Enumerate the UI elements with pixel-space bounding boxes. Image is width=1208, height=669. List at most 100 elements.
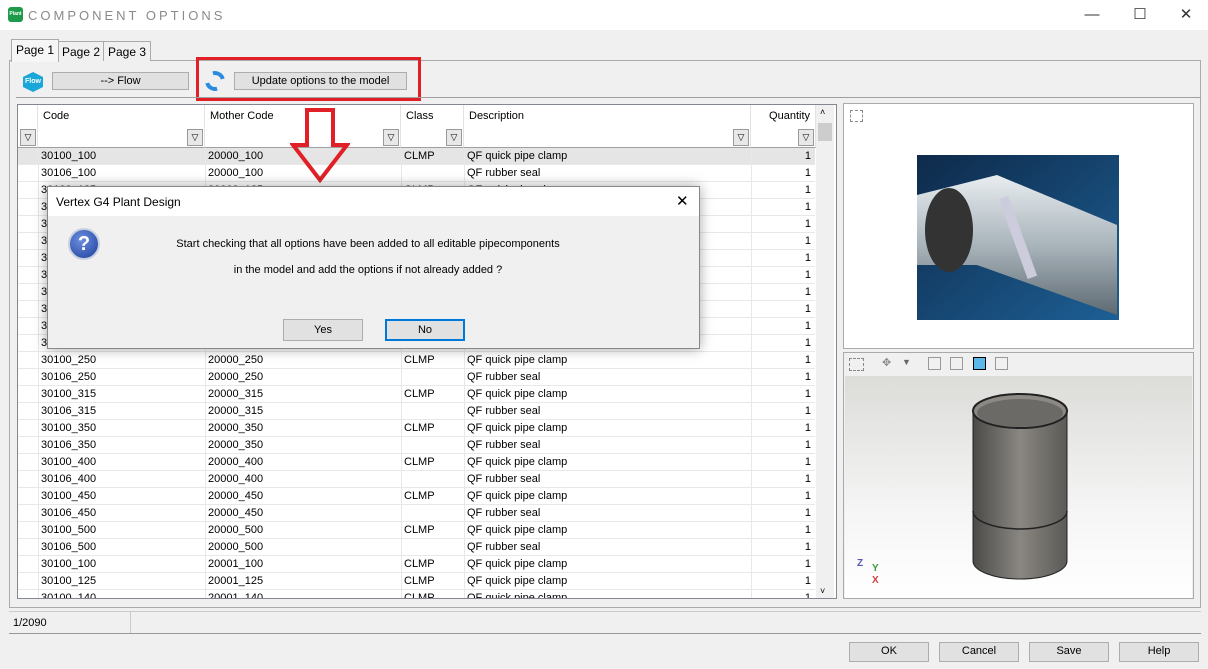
table-row[interactable]: 30106_100 20000_100 QF rubber seal 1 xyxy=(18,165,815,182)
column-divider xyxy=(751,556,752,573)
cell-mother-code: 20000_350 xyxy=(208,422,264,434)
fit-view-icon[interactable] xyxy=(849,358,864,371)
scroll-up-icon[interactable]: ˄ xyxy=(820,107,825,117)
flow-button[interactable]: --> Flow xyxy=(52,72,189,90)
vertical-scrollbar[interactable]: ˄ ˅ xyxy=(816,105,834,598)
pipe-clamp-photo xyxy=(917,155,1119,320)
column-divider xyxy=(205,488,206,505)
fit-view-icon[interactable] xyxy=(850,110,863,122)
tab-page-1[interactable]: Page 1 xyxy=(11,39,60,62)
column-divider xyxy=(38,148,39,165)
scroll-thumb[interactable] xyxy=(818,123,832,141)
filter-icon[interactable]: ▽ xyxy=(733,129,749,146)
cell-quantity: 1 xyxy=(804,575,811,587)
view-iso-icon[interactable] xyxy=(973,357,986,370)
dropdown-icon[interactable]: ▼ xyxy=(902,357,911,367)
table-row[interactable]: 30106_450 20000_450 QF rubber seal 1 xyxy=(18,505,815,522)
table-row[interactable]: 30100_500 20000_500 CLMP QF quick pipe clam… xyxy=(18,522,815,539)
cell-quantity: 1 xyxy=(804,167,811,179)
tab-page-2[interactable]: Page 2 xyxy=(57,41,106,61)
no-button[interactable]: No xyxy=(385,319,465,341)
3d-viewport[interactable]: Z Y X xyxy=(845,376,1192,598)
cell-mother-code: 20000_450 xyxy=(208,490,264,502)
title-bar: Plant COMPONENT OPTIONS — ☐ ✕ xyxy=(0,0,1208,30)
status-divider xyxy=(130,612,131,633)
column-header-class[interactable]: Class ▽ xyxy=(401,105,464,148)
maximize-button[interactable]: ☐ xyxy=(1125,4,1155,26)
column-divider xyxy=(38,556,39,573)
pipe-model xyxy=(972,393,1068,580)
filter-icon[interactable]: ▽ xyxy=(187,129,203,146)
options-grid: ▽ Code ▽ Mother Code ▽ Class ▽ Description ▽… xyxy=(17,104,837,599)
column-divider xyxy=(38,216,39,233)
cell-description: QF rubber seal xyxy=(467,541,541,553)
table-row[interactable]: 30100_100 20000_100 CLMP QF quick pipe clam… xyxy=(18,148,815,165)
column-divider xyxy=(751,590,752,598)
column-header-quantity[interactable]: Quantity ▽ xyxy=(751,105,816,148)
down-arrow-annotation xyxy=(290,108,350,184)
cell-class: CLMP xyxy=(404,575,435,587)
column-divider xyxy=(464,352,465,369)
cell-mother-code: 20000_250 xyxy=(208,371,264,383)
view-front-icon[interactable] xyxy=(928,357,941,370)
table-row[interactable]: 30100_315 20000_315 CLMP QF quick pipe clam… xyxy=(18,386,815,403)
help-button[interactable]: Help xyxy=(1119,642,1199,662)
column-divider xyxy=(401,369,402,386)
tab-page-3[interactable]: Page 3 xyxy=(103,41,152,61)
table-row[interactable]: 30100_450 20000_450 CLMP QF quick pipe clam… xyxy=(18,488,815,505)
cell-code: 30100_400 xyxy=(41,456,97,468)
filter-icon[interactable]: ▽ xyxy=(798,129,814,146)
view-side-icon[interactable] xyxy=(950,357,963,370)
minimize-button[interactable]: — xyxy=(1077,4,1107,26)
cell-code: 30106_315 xyxy=(41,405,97,417)
cell-mother-code: 20000_315 xyxy=(208,388,264,400)
column-header-code[interactable]: Code ▽ xyxy=(38,105,205,148)
filter-icon[interactable]: ▽ xyxy=(446,129,462,146)
column-divider xyxy=(464,539,465,556)
scroll-down-icon[interactable]: ˅ xyxy=(820,586,825,596)
close-button[interactable]: ✕ xyxy=(1171,4,1201,26)
cell-description: QF quick pipe clamp xyxy=(467,490,568,502)
axis-z-label: Z xyxy=(857,558,864,569)
cell-class: CLMP xyxy=(404,456,435,468)
table-row[interactable]: 30106_315 20000_315 QF rubber seal 1 xyxy=(18,403,815,420)
cell-class: CLMP xyxy=(404,592,435,599)
column-divider xyxy=(464,369,465,386)
table-row[interactable]: 30100_350 20000_350 CLMP QF quick pipe clam… xyxy=(18,420,815,437)
cell-description: QF quick pipe clamp xyxy=(467,422,568,434)
table-row[interactable]: 30100_140 20001_140 CLMP QF quick pipe clam… xyxy=(18,590,815,599)
cell-quantity: 1 xyxy=(804,388,811,400)
ok-button[interactable]: OK xyxy=(849,642,929,662)
table-row[interactable]: 30100_400 20000_400 CLMP QF quick pipe clam… xyxy=(18,454,815,471)
table-row[interactable]: 30106_350 20000_350 QF rubber seal 1 xyxy=(18,437,815,454)
cell-quantity: 1 xyxy=(804,201,811,213)
column-header-description[interactable]: Description ▽ xyxy=(464,105,751,148)
column-divider xyxy=(401,403,402,420)
column-divider xyxy=(464,556,465,573)
table-row[interactable]: 30100_250 20000_250 CLMP QF quick pipe clam… xyxy=(18,352,815,369)
save-button[interactable]: Save xyxy=(1029,642,1109,662)
yes-button[interactable]: Yes xyxy=(283,319,363,341)
table-row[interactable]: 30106_250 20000_250 QF rubber seal 1 xyxy=(18,369,815,386)
table-row[interactable]: 30100_100 20001_100 CLMP QF quick pipe clam… xyxy=(18,556,815,573)
filter-icon[interactable]: ▽ xyxy=(20,129,36,146)
cell-quantity: 1 xyxy=(804,150,811,162)
dialog-close-button[interactable]: ✕ xyxy=(676,192,689,210)
column-divider xyxy=(751,165,752,182)
cell-description: QF quick pipe clamp xyxy=(467,524,568,536)
cell-mother-code: 20000_400 xyxy=(208,456,264,468)
cell-quantity: 1 xyxy=(804,507,811,519)
pan-icon[interactable]: ✥ xyxy=(882,356,891,369)
column-divider xyxy=(205,505,206,522)
cancel-button[interactable]: Cancel xyxy=(939,642,1019,662)
table-row[interactable]: 30106_400 20000_400 QF rubber seal 1 xyxy=(18,471,815,488)
cell-description: QF quick pipe clamp xyxy=(467,150,568,162)
view-top-icon[interactable] xyxy=(995,357,1008,370)
table-row[interactable]: 30106_500 20000_500 QF rubber seal 1 xyxy=(18,539,815,556)
filter-icon[interactable]: ▽ xyxy=(383,129,399,146)
table-row[interactable]: 30100_125 20001_125 CLMP QF quick pipe clam… xyxy=(18,573,815,590)
column-label: Code xyxy=(43,110,70,122)
column-divider xyxy=(205,403,206,420)
cell-quantity: 1 xyxy=(804,286,811,298)
column-divider xyxy=(464,148,465,165)
